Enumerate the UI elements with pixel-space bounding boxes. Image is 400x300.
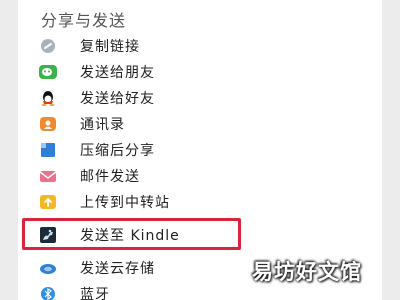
menu-item-label: 蓝牙 (80, 287, 110, 300)
menu-item-label: 压缩后分享 (80, 143, 155, 159)
highlight-box (22, 218, 241, 250)
upload-icon (39, 194, 57, 210)
menu-item-label: 邮件发送 (80, 169, 140, 185)
share-send-panel: 分享与发送 复制链接 发送给朋友 发送给好友 通讯录 压缩后分享 邮件发送 上传… (18, 0, 382, 300)
compress-icon (39, 142, 57, 158)
link-icon (39, 38, 57, 54)
watermark: 易坊好文馆 (252, 260, 362, 284)
menu-item-label: 复制链接 (80, 39, 140, 55)
contacts-icon (39, 116, 57, 132)
menu-item-label: 通讯录 (80, 117, 125, 133)
menu-item-label: 上传到中转站 (80, 195, 170, 211)
section-title: 分享与发送 (41, 11, 127, 30)
menu-item-compress-share[interactable]: 压缩后分享 (18, 137, 382, 163)
qq-icon (39, 90, 57, 106)
menu-item-mail[interactable]: 邮件发送 (18, 163, 382, 189)
mail-icon (39, 168, 57, 184)
menu-item-label: 发送给好友 (80, 91, 155, 107)
menu-item-send-to-friend[interactable]: 发送给朋友 (18, 59, 382, 85)
menu-item-label: 发送云存储 (80, 261, 155, 277)
menu-item-contacts[interactable]: 通讯录 (18, 111, 382, 137)
menu-item-copy-link[interactable]: 复制链接 (18, 33, 382, 59)
menu-item-label: 发送给朋友 (80, 65, 155, 81)
bluetooth-icon (39, 286, 57, 300)
menu-item-upload-transfer[interactable]: 上传到中转站 (18, 189, 382, 215)
cloud-icon (39, 260, 57, 276)
menu-item-send-to-qq-friend[interactable]: 发送给好友 (18, 85, 382, 111)
wechat-icon (39, 64, 57, 80)
